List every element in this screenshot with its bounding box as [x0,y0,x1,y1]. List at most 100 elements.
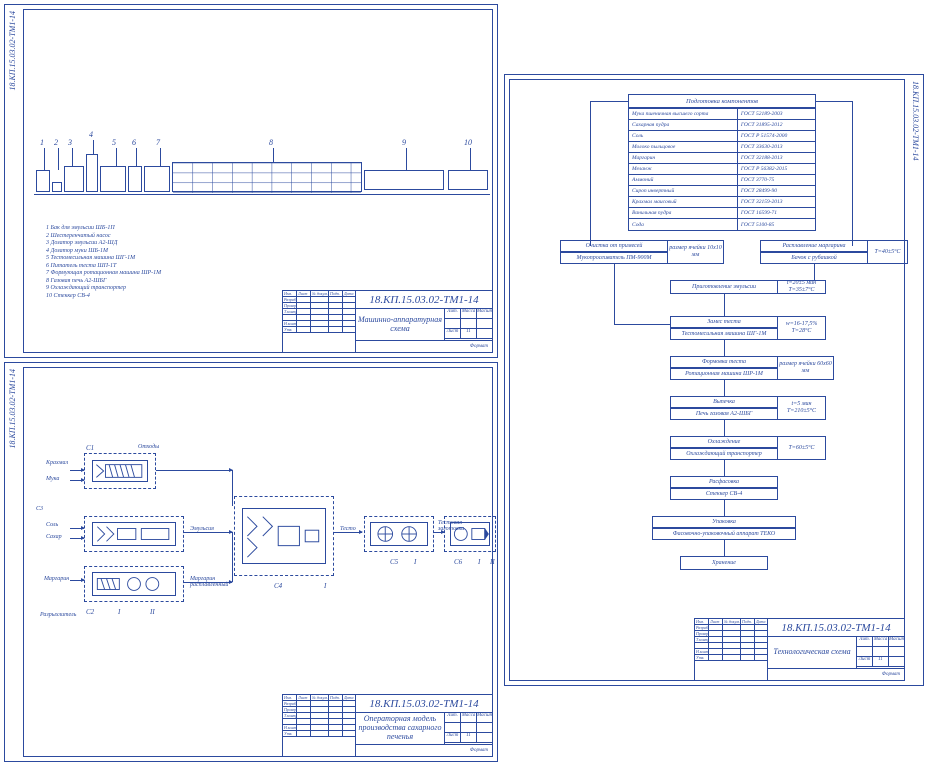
ingr-gost: ГОСТ 32188-2013 [738,153,815,163]
c1-label: С1 [86,444,94,452]
lbl-krahmal: Крахмал [46,460,68,466]
tb-title: Технологическая схема [767,637,856,668]
step-bake-param: t=5 мин Т=210±5°С [778,396,826,420]
legend-list: 1 Бак для эмульсии ШБ-1П 2 Шестеренчатый… [46,225,161,300]
roman-II2: II [490,558,495,566]
branch-left [590,101,591,246]
equip-9 [364,170,444,190]
tb-code: 18.КП.15.03.02-ТМ1-14 [767,619,904,637]
arrow [334,532,362,533]
step-emul: Приготовление эмульсии [670,280,778,294]
legend-item: 5 Тестомесильная машина ШГ-1М [46,255,161,263]
step-mix-top: Замес теста [670,316,778,328]
roman-I2: I [324,582,326,590]
leader [136,148,137,166]
tb-title: Машинно-аппаратурная схема [355,309,444,340]
sieve-symbol [92,460,148,482]
ingr-name: Сода [629,219,738,230]
ingr-gost: ГОСТ 3770-75 [738,175,815,185]
arrow [184,582,232,583]
ingr-gost: ГОСТ Р 51574-2000 [738,131,815,141]
lbl-marg: Маргарин [44,576,69,582]
c6-label: С6 [454,558,462,566]
ingr-gost: ГОСТ Р 56382-2015 [738,164,815,174]
flowchart: Подготовка компонентов Мука пшеничная вы… [540,90,874,610]
equip-num-3: 3 [68,138,72,147]
equip-num-9: 9 [402,138,406,147]
tb-code: 18.КП.15.03.02-ТМ1-14 [355,291,492,309]
tb-foot: Формат [767,668,904,680]
legend-item: 10 Стеккер СВ-4 [46,293,161,301]
ingr-name: Молоко пыльцовое [629,142,738,152]
equip-7 [144,166,170,192]
step-pack-bot: Стеккер СВ-4 [670,488,778,500]
leader [58,148,59,170]
conn [724,340,725,356]
lbl-otxody: Отходы [138,444,159,450]
operator-diagram: Крахмал Мука Соль Сахар Маргарин Разрыхл… [34,398,482,686]
equip-num-6: 6 [132,138,136,147]
tb-meta: Лит.МассаМасшт Лист11 [444,309,492,340]
ingr-gost: ГОСТ 5100-85 [738,219,815,230]
arrow [70,528,84,529]
conn [814,264,815,280]
step-cool-bot: Охлаждающий транспортер [670,448,778,460]
lbl-muka: Мука [46,476,59,482]
ingr-name: Соль [629,131,738,141]
step-wrap-top: Упаковка [652,516,796,528]
step-pack-top: Расфасовка [670,476,778,488]
step-form-top: Формовка теста [670,356,778,368]
arrow [184,532,232,533]
leader [160,148,161,166]
tb-left-grid: Изм.Лист№ докум.Подп.Дата Разраб. Провер… [695,619,767,681]
form-symbol [370,522,428,546]
leader [406,148,407,170]
legend-item: 7 Формующая ротационная машина ШР-1М [46,270,161,278]
lbl-razr: Разрыхлитель [40,612,76,618]
c2-label: С2 [86,608,94,616]
step-wrap-bot: Фасовочно-упаковочный аппарат ТЕКО [652,528,796,540]
leader [72,148,73,166]
connector [232,532,233,582]
ingr-gost: ГОСТ 28499-90 [738,186,815,196]
step-form-param: размер ячейки 60x60 мм [778,356,834,380]
legend-item: 9 Охлаждающий транспортер [46,285,161,293]
legend-item: 1 Бак для эмульсии ШБ-1П [46,225,161,233]
leader [44,148,45,170]
frame-right: Подготовка компонентов Мука пшеничная вы… [509,79,905,681]
ingr-name: Меланж [629,164,738,174]
arrow [70,538,84,539]
c4-label: С4 [274,582,282,590]
conn [614,264,615,324]
equip-num-10: 10 [464,138,472,147]
equip-num-2: 2 [54,138,58,147]
branch-right [852,101,853,246]
arrow [70,580,84,581]
legend-item: 8 Газовая печь А2-ШБГ [46,278,161,286]
ingredients-table: Мука пшеничная высшего сортаГОСТ 52189-2… [628,108,816,231]
c5-label: С5 [390,558,398,566]
branch-left-h [590,101,628,102]
step-sieve-top: Очистка от примесей [560,240,668,252]
titleblock-top: Изм.Лист№ докум.Подп.Дата Разраб. Провер… [282,290,492,352]
leader [116,148,117,166]
legend-item: 3 Дозатор эмульсии А2-ШД [46,240,161,248]
equip-4 [86,154,98,192]
sheet-num: 11 [873,657,889,666]
floor-line [34,194,490,195]
ingr-name: Сахарная пудра [629,120,738,130]
ingr-name: Сироп инвертный [629,186,738,196]
sheet-num: 11 [461,329,477,338]
side-stamp-right: 18.КП.15.03.02-ТМ1-14 [911,81,920,161]
prep-header: Подготовка компонентов [628,94,816,108]
roman-I3: I [414,558,416,566]
ingr-name: Аммоний [629,175,738,185]
sheet-operator-model: 18.КП.15.03.02-ТМ1-14 Крахмал Мука Соль … [4,362,498,762]
sheet-machine-layout: 18.КП.15.03.02-ТМ1-14 1 2 3 4 5 6 7 8 9 … [4,4,498,358]
tb-foot: Формат [355,340,492,352]
sheet-num: 11 [461,733,477,742]
ingr-gost: ГОСТ 16599-71 [738,208,815,218]
oven-hatch [173,163,361,193]
titleblock-right: Изм.Лист№ докум.Подп.Дата Разраб. Провер… [694,618,904,680]
conn [724,380,725,396]
